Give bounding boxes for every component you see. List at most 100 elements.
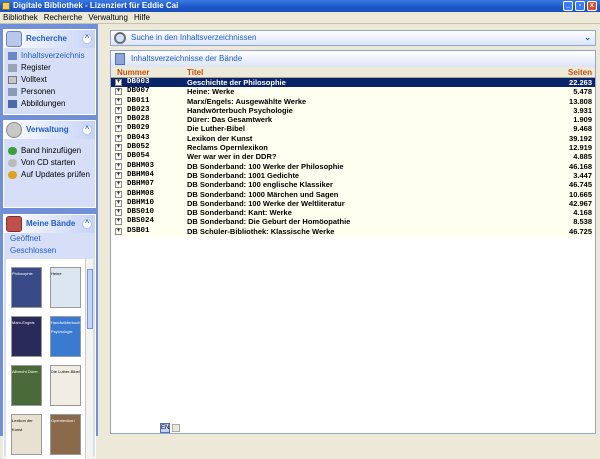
status-icon (172, 424, 180, 432)
row-pages: 46.168 (569, 161, 592, 171)
table-row[interactable]: + DB007 Heine: Werke 5.478 (111, 87, 595, 97)
language-indicator[interactable]: EN (160, 423, 170, 433)
row-number: DB052 (127, 143, 150, 152)
expand-plus-icon[interactable]: + (115, 227, 122, 235)
cd-icon (8, 159, 17, 167)
sidebar-item-abbildungen[interactable]: Abbildungen (4, 98, 95, 110)
column-header-seiten[interactable]: Seiten (568, 67, 592, 78)
persons-icon (8, 88, 17, 96)
expand-plus-icon[interactable]: + (115, 106, 122, 114)
table-row[interactable]: + DBS024 DB Sonderband: Die Geburt der Hom… (111, 217, 595, 227)
table-row[interactable]: + DB043 Lexikon der Kunst 39.192 (111, 133, 595, 144)
table-row[interactable]: + DBHM03 DB Sonderband: 100 Werke der Phil… (111, 161, 595, 171)
row-number: DB007 (127, 87, 150, 96)
table-row[interactable]: + DB011 Marx/Engels: Ausgewählte Werke 13.8… (111, 96, 595, 106)
filter-geschlossen[interactable]: Geschlossen (4, 245, 95, 257)
menu-hilfe[interactable]: Hilfe (131, 12, 153, 24)
start-from-cd-link[interactable]: Von CD starten (4, 157, 95, 169)
expand-plus-icon[interactable]: + (115, 218, 122, 226)
expand-plus-icon[interactable]: + (115, 79, 122, 86)
minimize-button[interactable]: _ (563, 1, 573, 11)
splitter[interactable] (98, 24, 110, 436)
expand-plus-icon[interactable]: + (115, 171, 122, 179)
table-row[interactable]: + DBHM08 DB Sonderband: 1000 Märchen und S… (111, 189, 595, 199)
add-icon (8, 147, 17, 155)
sidebar-item-label: Auf Updates prüfen (21, 170, 90, 179)
menu-bar: Bibliothek Recherche Verwaltung Hilfe (0, 12, 600, 24)
cover-duerer[interactable]: Albrecht Dürer (11, 365, 42, 406)
row-title: DB Sonderband: Kant: Werke (187, 208, 292, 218)
row-title: Geschichte der Philosophie (187, 78, 286, 87)
verwaltung-header[interactable]: Verwaltung ^ (4, 121, 95, 139)
table-row[interactable]: + DSB01 DB Schüler-Bibliothek: Klassische … (111, 226, 595, 237)
menu-verwaltung[interactable]: Verwaltung (85, 12, 131, 24)
sidebar-item-register[interactable]: Register (4, 62, 95, 74)
row-pages: 12.919 (569, 143, 592, 153)
list-icon (115, 53, 125, 65)
column-header-titel[interactable]: Titel (187, 67, 203, 78)
row-number: DB028 (127, 115, 150, 124)
collapse-chevron-icon[interactable]: ^ (82, 219, 92, 229)
expand-plus-icon[interactable]: + (115, 199, 122, 207)
column-header-nummer[interactable]: Nummer (117, 67, 149, 78)
expand-plus-icon[interactable]: + (115, 181, 122, 189)
expand-plus-icon[interactable]: + (115, 116, 122, 124)
expand-plus-icon[interactable]: + (115, 134, 122, 142)
cover-marx-engels[interactable]: Marx-Engels (11, 316, 42, 357)
table-row[interactable]: + DB003 Geschichte der Philosophie 22.263 (111, 78, 595, 88)
expand-plus-icon[interactable]: + (115, 97, 122, 105)
sidebar-item-label: Band hinzufügen (21, 146, 82, 155)
table-row[interactable]: + DB054 Wer war wer in der DDR? 4.885 (111, 152, 595, 162)
table-row[interactable]: + DB023 Handwörterbuch Psychologie 3.931 (111, 105, 595, 116)
expand-plus-icon[interactable]: + (115, 144, 122, 152)
expand-plus-icon[interactable]: + (115, 162, 122, 170)
collapse-chevron-icon[interactable]: ^ (82, 34, 92, 44)
cover-heine[interactable]: Heine (50, 267, 81, 308)
meine-baende-header[interactable]: Meine Bände ^ (4, 215, 95, 233)
row-title: Wer war wer in der DDR? (187, 152, 277, 162)
sidebar-item-label: Volltext (21, 75, 47, 84)
row-title: DB Sonderband: 1000 Märchen und Sagen (187, 189, 339, 199)
menu-recherche[interactable]: Recherche (41, 12, 86, 24)
table-row[interactable]: + DBHM04 DB Sonderband: 1001 Gedichte 3.447 (111, 170, 595, 181)
cover-psychologie[interactable]: Handwörterbuch Psychologie (50, 316, 81, 357)
cover-opernlexikon[interactable]: Opernlexikon (50, 414, 81, 455)
collapse-chevron-icon[interactable]: ^ (82, 125, 92, 135)
cover-lexikon-kunst[interactable]: Lexikon der Kunst (11, 414, 42, 455)
check-updates-link[interactable]: Auf Updates prüfen (4, 169, 95, 181)
table-row[interactable]: + DB052 Reclams Opernlexikon 12.919 (111, 143, 595, 153)
table-row[interactable]: + DBHM10 DB Sonderband: 100 Werke der Welt… (111, 198, 595, 209)
sidebar-item-volltext[interactable]: Volltext (4, 74, 95, 86)
toc-list-title: Inhaltsverzeichnisse der Bände (131, 54, 243, 63)
sidebar-item-personen[interactable]: Personen (4, 86, 95, 98)
table-row[interactable]: + DBS010 DB Sonderband: Kant: Werke 4.168 (111, 208, 595, 218)
expand-plus-icon[interactable]: + (115, 153, 122, 161)
menu-bibliothek[interactable]: Bibliothek (0, 12, 41, 24)
recherche-header[interactable]: Recherche ^ (4, 30, 95, 48)
expand-chevron-icon[interactable]: ⌄ (584, 31, 591, 45)
table-row[interactable]: + DBHM07 DB Sonderband: 100 englische Klas… (111, 180, 595, 190)
close-button[interactable]: x (587, 1, 597, 11)
cover-philosophie[interactable]: Philosophie (11, 267, 42, 308)
row-title: Dürer: Das Gesamtwerk (187, 115, 273, 125)
maximize-button[interactable]: ▫ (575, 1, 585, 11)
cover-luther-bibel[interactable]: Die Luther-Bibel (50, 365, 81, 406)
table-row[interactable]: + DB029 Die Luther-Bibel 9.468 (111, 124, 595, 134)
scroll-thumb[interactable] (87, 269, 93, 329)
row-pages: 22.263 (569, 78, 592, 87)
expand-plus-icon[interactable]: + (115, 209, 122, 217)
filter-geoeffnet[interactable]: Geöffnet (4, 233, 95, 245)
search-icon (6, 31, 22, 47)
window-title: Digitale Bibliothek - Lizenziert für Edd… (13, 1, 179, 10)
search-panel-header[interactable]: Suche in den Inhaltsverzeichnissen ⌄ (110, 30, 596, 46)
add-volume-link[interactable]: Band hinzufügen (4, 145, 95, 157)
row-title: DB Sonderband: Die Geburt der Homöopathi… (187, 217, 351, 227)
expand-plus-icon[interactable]: + (115, 125, 122, 133)
expand-plus-icon[interactable]: + (115, 88, 122, 96)
sidebar-item-inhaltsverzeichnis[interactable]: Inhaltsverzeichnis (4, 50, 95, 62)
table-row[interactable]: + DB028 Dürer: Das Gesamtwerk 1.909 (111, 115, 595, 125)
expand-plus-icon[interactable]: + (115, 190, 122, 198)
meine-baende-group: Meine Bände ^ Geöffnet Geschlossen Philo… (3, 214, 96, 459)
recherche-group: Recherche ^ Inhaltsverzeichnis Register … (3, 29, 96, 115)
covers-scrollbar[interactable] (85, 259, 93, 459)
